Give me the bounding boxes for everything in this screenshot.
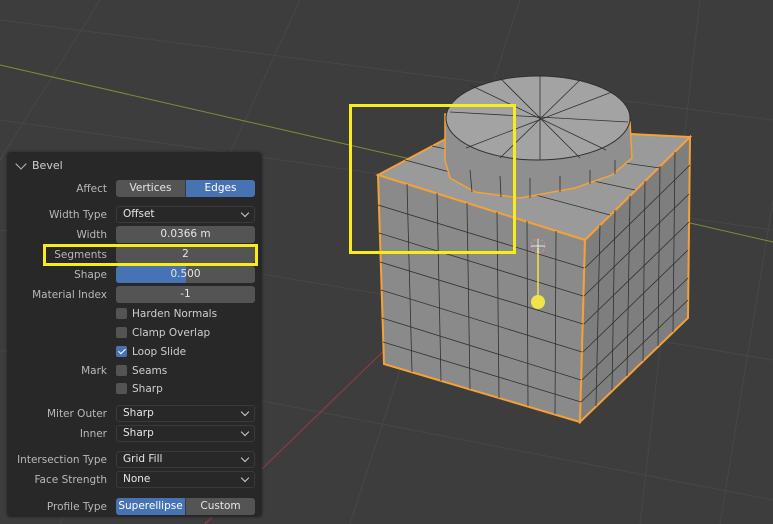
chevron-down-icon — [240, 453, 250, 463]
bevel-operator-panel: Bevel Affect Vertices Edges Width Type O… — [7, 152, 262, 517]
face-strength-value: None — [123, 473, 151, 485]
face-strength-dropdown[interactable]: None — [116, 471, 255, 488]
miter-inner-label: Inner — [79, 428, 107, 440]
material-index-label: Material Index — [32, 289, 107, 301]
panel-header[interactable]: Bevel — [15, 156, 63, 174]
affect-edges-option[interactable]: Edges — [185, 180, 255, 197]
loop-slide-checkbox[interactable]: Loop Slide — [116, 343, 186, 360]
seams-box[interactable] — [116, 365, 127, 376]
width-label: Width — [76, 229, 107, 241]
loop-slide-label: Loop Slide — [132, 345, 187, 358]
clamp-overlap-label: Clamp Overlap — [132, 326, 211, 339]
chevron-down-icon — [240, 208, 250, 218]
width-type-dropdown[interactable]: Offset — [116, 206, 255, 223]
width-type-value: Offset — [123, 208, 155, 220]
chevron-down-icon — [240, 407, 250, 417]
chevron-down-icon — [240, 427, 250, 437]
clamp-overlap-checkbox[interactable]: Clamp Overlap — [116, 324, 210, 341]
shape-label: Shape — [74, 269, 107, 281]
checkmark-icon[interactable] — [116, 346, 127, 357]
miter-inner-dropdown[interactable]: Sharp — [116, 425, 255, 442]
profile-custom-option[interactable]: Custom — [185, 498, 255, 515]
affect-vertices-option[interactable]: Vertices — [116, 180, 185, 197]
profile-type-label: Profile Type — [46, 501, 107, 513]
mesh-highlight-box — [349, 104, 516, 254]
profile-superellipse-option[interactable]: Superellipse — [116, 498, 185, 515]
chevron-down-icon — [240, 473, 250, 483]
profile-type-toggle[interactable]: Superellipse Custom — [116, 498, 255, 515]
face-strength-label: Face Strength — [34, 474, 107, 486]
harden-normals-checkbox[interactable]: Harden Normals — [116, 305, 217, 322]
miter-inner-value: Sharp — [123, 427, 154, 439]
mark-seams-checkbox[interactable]: Seams — [116, 362, 167, 379]
clamp-overlap-box[interactable] — [116, 327, 127, 338]
intersection-type-label: Intersection Type — [17, 454, 107, 466]
panel-title: Bevel — [32, 158, 63, 172]
width-field[interactable]: 0.0366 m — [116, 226, 255, 243]
intersection-type-value: Grid Fill — [123, 453, 163, 465]
intersection-type-dropdown[interactable]: Grid Fill — [116, 451, 255, 468]
miter-outer-label: Miter Outer — [46, 408, 107, 420]
miter-outer-value: Sharp — [123, 407, 154, 419]
mark-sharp-checkbox[interactable]: Sharp — [116, 380, 163, 397]
collapse-chevron-icon[interactable] — [15, 157, 27, 170]
width-type-label: Width Type — [49, 209, 107, 221]
affect-label: Affect — [76, 183, 107, 195]
sharp-box[interactable] — [116, 383, 127, 394]
segments-highlight-box — [43, 244, 258, 266]
seams-label: Seams — [132, 364, 168, 377]
harden-normals-label: Harden Normals — [132, 307, 218, 320]
mark-label: Mark — [81, 365, 107, 377]
shape-slider[interactable]: 0.500 — [116, 266, 255, 283]
material-index-field[interactable]: -1 — [116, 286, 255, 303]
sharp-label: Sharp — [132, 382, 163, 395]
gizmo-handle — [531, 295, 545, 309]
miter-outer-dropdown[interactable]: Sharp — [116, 405, 255, 422]
shape-value: 0.500 — [170, 268, 201, 280]
harden-normals-box[interactable] — [116, 308, 127, 319]
affect-toggle[interactable]: Vertices Edges — [116, 180, 255, 197]
